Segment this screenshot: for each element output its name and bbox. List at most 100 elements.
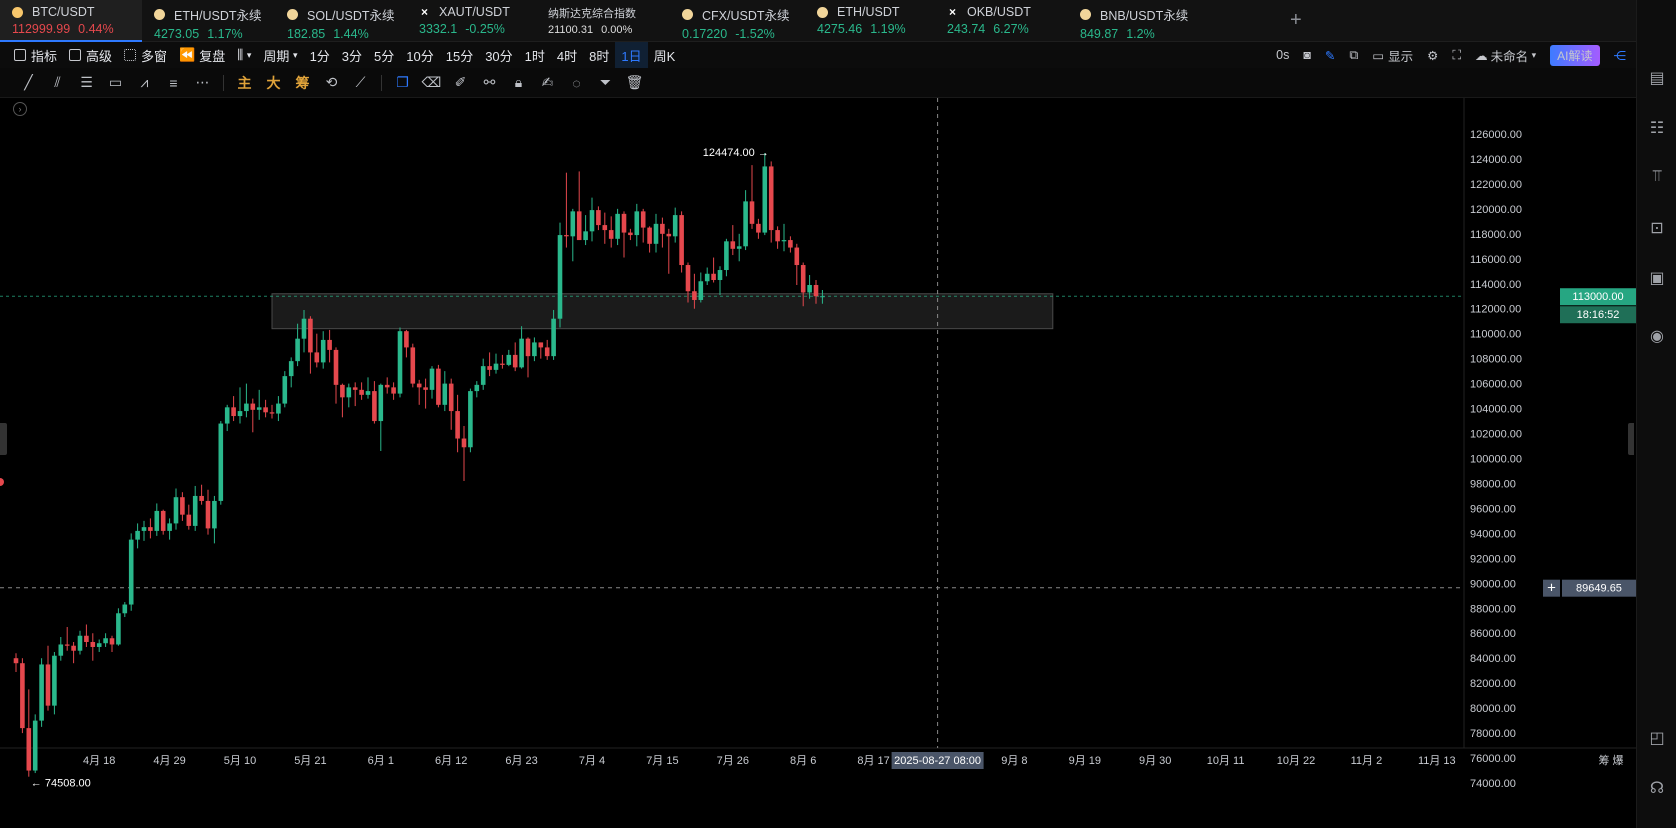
headset-icon[interactable]: ☊ [1647,778,1667,798]
candle-body [660,223,665,234]
pattern-icon[interactable]: ⩘ [130,71,159,95]
price-chart[interactable]: 124474.00 → ← 74508.00 126000.00 124000.00 1… [0,98,1636,828]
display-button[interactable]: ▭ 显示 [1372,46,1413,65]
right-panel-handle[interactable] [1628,423,1634,455]
eraser-icon[interactable]: ⌫ [417,71,446,95]
parallel-channel-icon[interactable]: ⫽ [43,71,72,95]
candle-body [64,644,70,646]
ticker-tab[interactable]: ETH/USDT永续 4273.05 1.17% [142,0,275,42]
horizontal-lines-icon[interactable]: ≡ [159,71,188,95]
fib-retracement-icon[interactable]: ☰ [72,71,101,95]
pencil-icon[interactable]: ✎ [1325,48,1335,63]
chart-type-button[interactable]: ⫼ ▾ [231,42,257,68]
main-indicator-toggle[interactable]: 主 [230,71,259,95]
ticker-price: 849.87 [1080,27,1119,41]
share-icon[interactable]: ⋲ [1614,48,1627,63]
candle-body [205,500,211,529]
period-option[interactable]: 1日 [615,42,648,68]
wallet-icon[interactable]: ▣ [1647,268,1667,288]
period-list: 1分 3分 5分 10分 15分 30分 1时 4时 8时 1日 周K [304,42,682,68]
candle-body [84,635,89,642]
period-option[interactable]: 10分 [400,42,439,68]
measure-icon[interactable]: ⟋ [346,71,375,95]
ticker-tab[interactable]: 纳斯达克综合指数 21100.31 0.00% [540,0,670,42]
settings-icon[interactable]: ⚙ [1427,48,1438,63]
candle-body [340,384,345,398]
multi-window-button[interactable]: 多窗 [118,42,173,68]
calculator-icon[interactable]: ◉ [1647,326,1667,346]
note-icon[interactable]: ✍ [533,71,562,95]
candle-body [634,211,640,236]
candle-body [231,407,236,417]
document-icon[interactable]: ▤ [1647,68,1667,88]
ticker-quote: 0.17220 -1.52% [682,27,805,41]
filter-icon[interactable]: ⏷ [591,71,620,95]
period-option[interactable]: 周K [648,42,682,68]
period-option[interactable]: 30分 [479,42,518,68]
close-x-icon[interactable]: × [419,5,430,19]
candle-body [685,265,691,292]
ticker-tab[interactable]: × XAUT/USDT 3332.1 -0.25% [407,0,540,42]
magnet-icon[interactable]: ⟲ [317,71,346,95]
date-tick-label: 6月 12 [435,755,467,767]
period-option[interactable]: 5分 [368,42,400,68]
ticker-tab[interactable]: BTC/USDT 112999.99 0.44% [0,0,142,42]
candle-body [692,291,697,300]
layout-panel-icon[interactable]: ◰ [1647,728,1667,748]
period-option[interactable]: 3分 [336,42,368,68]
price-tick-label: 74000.00 [1470,778,1516,790]
candle-body [621,213,627,233]
lock-icon[interactable]: 🔒︎ [504,71,533,95]
big-order-toggle[interactable]: 大 [259,71,288,95]
template-icon[interactable]: ⧉ [1349,48,1358,63]
candle-body [192,495,198,526]
indicator-button[interactable]: 指标 [8,42,63,68]
depth-chart-icon[interactable]: ⫪ [1647,168,1667,188]
more-tools-icon[interactable]: ⋯ [188,71,217,95]
period-option[interactable]: 1分 [304,42,336,68]
ticker-tab[interactable]: CFX/USDT永续 0.17220 -1.52% [670,0,805,42]
candle-body [365,391,371,395]
trash-icon[interactable]: 🗑︎ [620,71,649,95]
left-panel-handle[interactable] [0,423,7,455]
link-icon[interactable]: ⚯ [475,71,504,95]
ticker-tab[interactable]: × OKB/USDT 243.74 6.27% [935,0,1068,42]
monitor-icon[interactable]: ⊡ [1647,218,1667,238]
ticker-tab[interactable]: ETH/USDT 4275.46 1.19% [805,0,935,42]
replay-button[interactable]: ⏪ 复盘 [173,42,231,68]
period-option[interactable]: 8时 [583,42,615,68]
advanced-button[interactable]: 高级 [63,42,118,68]
add-ticker-button[interactable]: + [1290,9,1302,32]
ticker-change: 1.17% [207,27,243,41]
camera-icon[interactable]: ◙ [1303,48,1311,62]
chevron-right-icon[interactable]: › [13,102,27,116]
range-zone-rectangle[interactable] [271,293,1054,330]
candle-body [244,403,249,412]
rectangle-icon[interactable]: ▭ [101,71,130,95]
period-option[interactable]: 15分 [440,42,479,68]
candle-body [487,366,492,370]
candle-body [461,438,467,448]
ticker-tab[interactable]: SOL/USDT永续 182.85 1.44% [275,0,407,42]
price-tick-label: 92000.00 [1470,553,1516,565]
order-book-icon[interactable]: ☷ [1647,118,1667,138]
chip-distribution-toggle[interactable]: 筹 [288,71,317,95]
close-x-icon[interactable]: × [947,5,958,19]
candlestick-chart-svg[interactable]: 124474.00 → ← 74508.00 126000.00 124000.00 1… [0,98,1636,828]
candle-body [756,223,761,233]
layout-name-button[interactable]: ☁ 未命名 ▾ [1475,46,1536,65]
period-option[interactable]: 1时 [519,42,551,68]
trend-line-icon[interactable]: ╱ [14,71,43,95]
ai-analysis-button[interactable]: AI解读 [1550,44,1600,66]
ticker-tab[interactable]: BNB/USDT永续 849.87 1.2% [1068,0,1198,42]
hide-drawings-icon[interactable]: ◌ [562,71,591,95]
fullscreen-icon[interactable]: ⛶ [1452,48,1461,63]
period-option[interactable]: 4时 [551,42,583,68]
copy-icon[interactable]: ❐ [388,71,417,95]
candle-body [647,227,652,244]
period-dropdown[interactable]: 周期 ▾ [257,42,303,68]
candle-body [384,384,390,388]
candle-body [736,246,742,249]
ticker-title: × OKB/USDT [947,5,1068,19]
brush-icon[interactable]: ✐ [446,71,475,95]
